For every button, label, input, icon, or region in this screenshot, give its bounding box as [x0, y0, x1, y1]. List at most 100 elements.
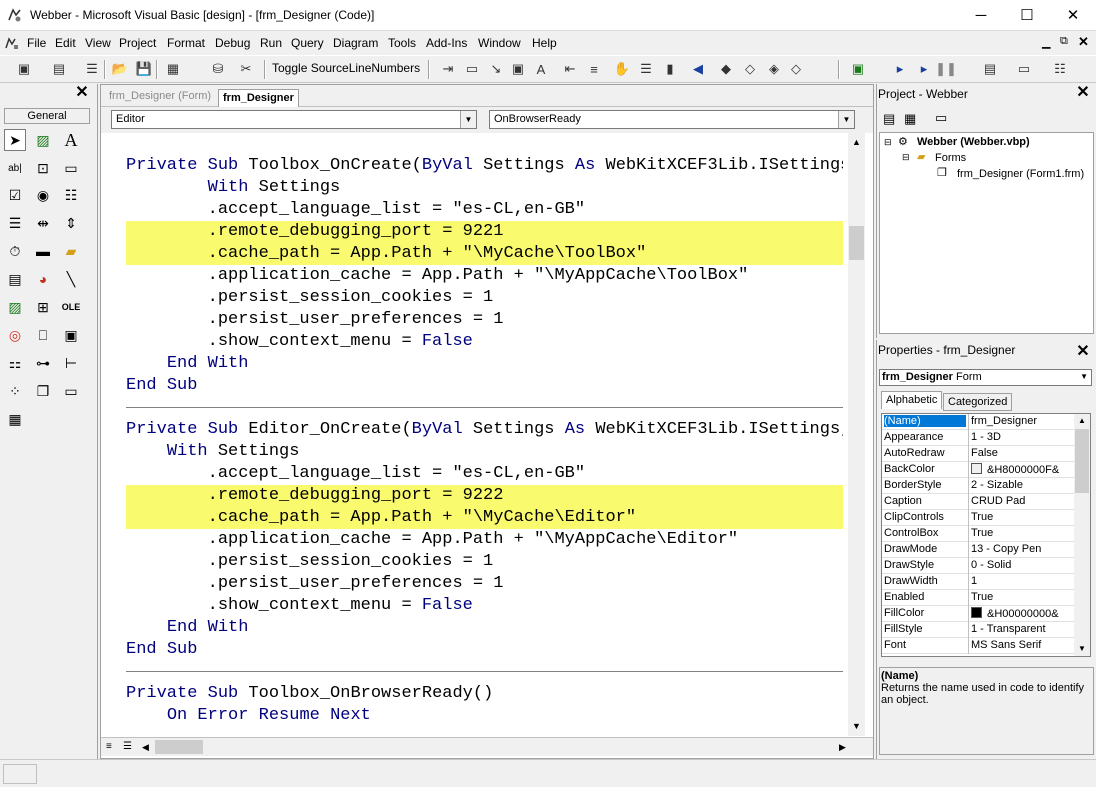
tab-form-designer[interactable]: frm_Designer (Form) — [109, 90, 211, 102]
filelistbox-icon[interactable]: ▤ — [4, 268, 26, 290]
code-line[interactable]: Private Sub Toolbox_OnCreate(ByVal Setti… — [126, 155, 843, 177]
align-icon[interactable]: ☰ — [636, 59, 656, 79]
property-row[interactable]: ControlBox True — [882, 526, 1074, 542]
property-value[interactable]: 2 - Sizable — [971, 479, 1023, 491]
property-value[interactable]: &H00000000& — [971, 607, 1059, 620]
collapse-icon[interactable]: ⊟ — [902, 152, 910, 163]
maximize-button[interactable]: ☐ — [1004, 0, 1050, 30]
toggle-sourcelinenumbers-button[interactable]: Toggle SourceLineNumbers — [272, 61, 420, 75]
property-value[interactable]: 1 — [971, 575, 977, 587]
menu-debug[interactable]: Debug — [215, 36, 250, 50]
run-icon[interactable]: ▸ — [890, 59, 910, 79]
property-value[interactable]: MS Sans Serif — [971, 639, 1041, 651]
view-code-icon[interactable]: ▤ — [883, 111, 895, 127]
mdi-minimize-icon[interactable]: ▁ — [1042, 36, 1050, 49]
pointer-icon[interactable]: ➤ — [4, 129, 26, 151]
property-row[interactable]: DrawMode 13 - Copy Pen — [882, 542, 1074, 558]
property-value[interactable]: 0 - Solid — [971, 559, 1011, 571]
bookmark-icon[interactable]: ▮ — [660, 59, 680, 79]
chevron-down-icon[interactable]: ▼ — [460, 111, 476, 128]
hand-icon[interactable]: ✋ — [612, 59, 632, 79]
property-row[interactable]: FillColor &H00000000& — [882, 606, 1074, 622]
tab-code[interactable]: frm_Designer — [218, 89, 299, 107]
comment-block-icon[interactable]: ≡ — [584, 59, 604, 79]
complete-word-icon[interactable]: A — [531, 59, 551, 79]
hscroll-thumb[interactable] — [155, 740, 203, 754]
menu-help[interactable]: Help — [532, 36, 557, 50]
property-row[interactable]: BorderStyle 2 - Sizable — [882, 478, 1074, 494]
object-browser-icon[interactable]: ☷ — [1050, 59, 1070, 79]
code-line[interactable]: End With — [126, 617, 843, 639]
vscrollbar-icon[interactable]: ⇕ — [60, 212, 82, 234]
minimize-button[interactable]: ─ — [958, 0, 1004, 30]
code-line[interactable] — [126, 133, 843, 155]
tabstrip-icon[interactable]: ▣ — [60, 324, 82, 346]
close-button[interactable]: ✕ — [1050, 0, 1096, 30]
code-line[interactable]: With Settings — [126, 177, 843, 199]
webkitx-icon[interactable]: ◎ — [4, 324, 26, 346]
toolbox-general-tab[interactable]: General — [4, 108, 90, 124]
label-icon[interactable]: A — [60, 129, 82, 151]
property-value[interactable]: CRUD Pad — [971, 495, 1025, 507]
code-line[interactable]: .accept_language_list = "es-CL,en-GB" — [126, 199, 843, 221]
listview-icon[interactable]: ❐ — [32, 380, 54, 402]
property-value[interactable]: True — [971, 511, 993, 523]
property-row[interactable]: AutoRedraw False — [882, 446, 1074, 462]
property-row[interactable]: Font MS Sans Serif — [882, 638, 1074, 654]
forms-folder[interactable]: Forms — [935, 152, 966, 164]
toggle-folders-icon[interactable]: ▭ — [935, 110, 947, 126]
menu-run[interactable]: Run — [260, 36, 282, 50]
property-scrollbar[interactable]: ▲ ▼ — [1074, 414, 1090, 656]
property-row[interactable]: FillStyle 1 - Transparent — [882, 622, 1074, 638]
property-row[interactable]: Enabled True — [882, 590, 1074, 606]
pause-icon[interactable]: ❚❚ — [935, 59, 957, 79]
save-icon[interactable]: 💾 — [134, 59, 154, 79]
mdi-child-icon[interactable] — [5, 36, 19, 50]
grid-icon[interactable]: ▦ — [4, 408, 26, 430]
commandbutton-icon[interactable]: ▭ — [60, 157, 82, 179]
property-row[interactable]: ClipControls True — [882, 510, 1074, 526]
mdi-restore-icon[interactable]: ⧉ — [1060, 35, 1068, 48]
add-form-icon[interactable]: ▤ — [49, 59, 69, 79]
property-value[interactable]: 1 - Transparent — [971, 623, 1046, 635]
form-layout-icon[interactable]: ▭ — [1014, 59, 1034, 79]
form-item[interactable]: frm_Designer (Form1.frm) — [957, 168, 1084, 180]
menu-edit[interactable]: Edit — [55, 36, 76, 50]
optionbutton-icon[interactable]: ◉ — [32, 184, 54, 206]
treeview-icon[interactable]: ⊢ — [60, 352, 82, 374]
property-scroll-thumb[interactable] — [1075, 429, 1089, 493]
database-icon[interactable]: ⛁ — [208, 59, 228, 79]
mdi-close-icon[interactable]: ✕ — [1078, 34, 1089, 50]
scroll-up-icon[interactable]: ▲ — [852, 137, 861, 147]
dirlistbox-icon[interactable]: ▰ — [60, 240, 82, 262]
properties-close-icon[interactable]: ✕ — [1074, 343, 1092, 361]
menu-addins[interactable]: Add-Ins — [426, 36, 467, 50]
scroll-down-icon[interactable]: ▼ — [852, 721, 861, 731]
toolbox-close-icon[interactable]: ✕ — [73, 84, 91, 102]
property-value[interactable]: 1 - 3D — [971, 431, 1001, 443]
data-view-icon[interactable]: ▦ — [163, 59, 183, 79]
property-row[interactable]: DrawStyle 0 - Solid — [882, 558, 1074, 574]
highlighted-code-line[interactable]: .remote_debugging_port = 9222 — [126, 485, 843, 507]
listbox-icon[interactable]: ☰ — [4, 212, 26, 234]
step-icon[interactable]: ▸ — [914, 59, 934, 79]
vscroll-thumb[interactable] — [849, 226, 864, 260]
chevron-down-icon[interactable]: ▼ — [1080, 372, 1088, 381]
project-root[interactable]: Webber (Webber.vbp) — [917, 136, 1030, 148]
project-close-icon[interactable]: ✕ — [1074, 84, 1092, 102]
slider-icon[interactable]: ⊶ — [32, 352, 54, 374]
scroll-down-icon[interactable]: ▼ — [1078, 644, 1086, 653]
code-line[interactable]: With Settings — [126, 441, 843, 463]
bookmark-prev-icon[interactable]: ◇ — [740, 59, 760, 79]
code-line[interactable]: .persist_user_preferences = 1 — [126, 309, 843, 331]
tab-alphabetic[interactable]: Alphabetic — [881, 391, 943, 409]
collapse-icon[interactable]: ⊟ — [884, 137, 892, 148]
frame-icon[interactable]: ⊡ — [32, 157, 54, 179]
code-editor[interactable]: Private Sub Toolbox_OnCreate(ByVal Setti… — [126, 133, 843, 735]
full-module-view-icon[interactable]: ☰ — [123, 741, 132, 752]
indent-icon[interactable]: ⇥ — [438, 59, 458, 79]
scroll-right-icon[interactable]: ▶ — [839, 742, 846, 753]
back-arrow-icon[interactable]: ◀ — [688, 59, 708, 79]
menu-project[interactable]: Project — [119, 36, 156, 50]
textbox-icon[interactable]: ab| — [4, 157, 26, 179]
